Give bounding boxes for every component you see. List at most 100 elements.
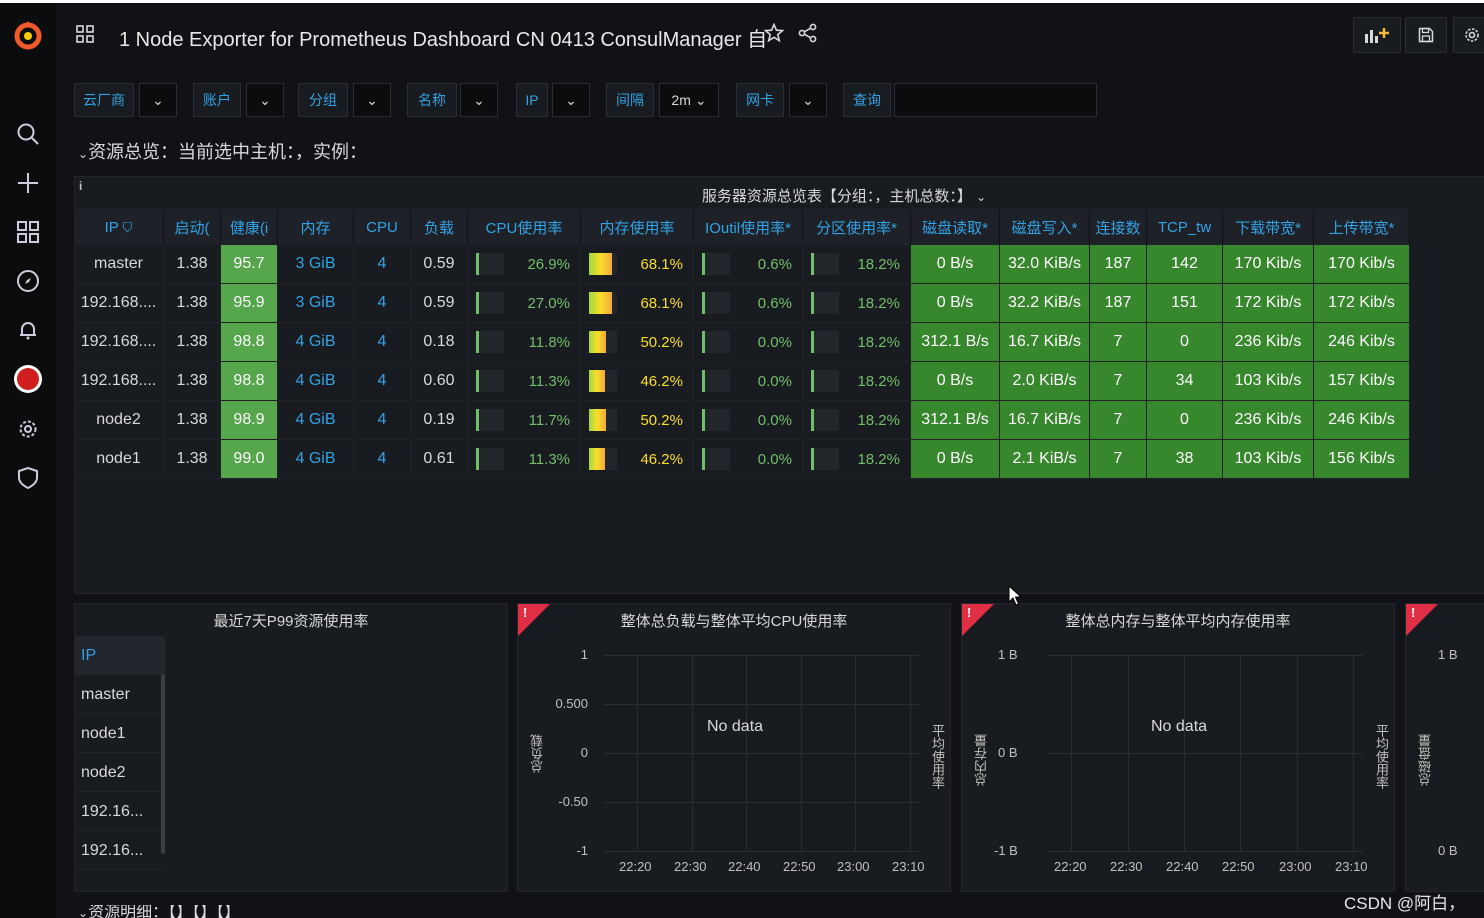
cell-connections: 187 <box>1089 245 1147 284</box>
filter-icon[interactable]: ⛉ <box>123 220 133 235</box>
search-icon[interactable] <box>8 114 48 154</box>
table-row[interactable]: 192.168.... 1.38 98.8 4 GiB 4 0.18 11.8% 50.2% 0… <box>74 322 1410 362</box>
bar-gauge: 18.2% <box>803 253 910 275</box>
user-avatar-icon[interactable] <box>8 359 48 399</box>
p99-header-ip[interactable]: IP <box>75 636 165 675</box>
gauge-cell: 11.7% <box>467 400 581 440</box>
col-header[interactable]: 磁盘读取* <box>910 209 1000 245</box>
y-axis-label: 总内存量 <box>974 734 989 786</box>
var-dropdown-account[interactable]: ⌄ <box>246 83 284 117</box>
share-icon[interactable] <box>798 23 818 48</box>
table-row[interactable]: 192.168.... 1.38 98.8 4 GiB 4 0.60 11.3% 46.2% 0… <box>74 361 1410 401</box>
col-header[interactable]: 上传带宽* <box>1313 209 1410 245</box>
chart-title[interactable]: 整体总负载与整体平均CPU使用率 <box>518 610 950 631</box>
col-header[interactable]: 磁盘写入* <box>999 209 1090 245</box>
shield-icon[interactable] <box>8 458 48 498</box>
x-tick-label: 22:50 <box>783 859 816 874</box>
gauge-value: 18.2% <box>857 255 900 273</box>
var-dropdown-nic[interactable]: ⌄ <box>789 83 827 117</box>
list-item[interactable]: node2 <box>75 753 165 792</box>
list-item[interactable]: node1 <box>75 714 165 753</box>
no-data-label: No data <box>707 718 764 735</box>
var-dropdown-cloud[interactable]: ⌄ <box>139 83 177 117</box>
col-header[interactable]: 内存使用率 <box>580 209 694 245</box>
gauge-cell: 11.3% <box>467 361 581 401</box>
bar-gauge: 18.2% <box>803 331 910 353</box>
col-header-ip[interactable]: IP ⛉ <box>74 209 164 245</box>
gauge-bar <box>702 370 730 392</box>
gauge-bar <box>589 331 617 353</box>
chart-title[interactable]: 整体总内存与整体平均内存使用率 <box>962 610 1394 631</box>
gauge-cell: 18.2% <box>802 400 911 440</box>
gauge-bar <box>589 448 617 470</box>
cell-ip[interactable]: 192.168.... <box>74 322 164 362</box>
x-tick-label: 22:40 <box>728 859 761 874</box>
grafana-logo-icon[interactable] <box>8 15 48 55</box>
col-header[interactable]: IOutil使用率* <box>693 209 803 245</box>
row-title[interactable]: ⌄资源总览：当前选中主机：，实例： <box>78 138 367 164</box>
cell-disk-read: 0 B/s <box>910 245 1000 284</box>
table-title[interactable]: 服务器资源总览表【分组：，主机总数：】 ⌄ <box>75 185 1484 206</box>
scrollbar[interactable] <box>161 674 165 854</box>
cell-disk-write: 2.0 KiB/s <box>999 361 1090 401</box>
y-tick-label: 1 <box>580 647 588 662</box>
col-header[interactable]: TCP_tw <box>1146 209 1223 245</box>
gauge-value: 27.0% <box>527 294 570 312</box>
row-title-2[interactable]: ⌄资源明细：【】【】【】 <box>78 905 240 918</box>
gauge-bar <box>476 253 504 275</box>
star-icon[interactable] <box>763 22 785 48</box>
table-row[interactable]: master 1.38 95.7 3 GiB 4 0.59 26.9% 68.1% 0.6% 18… <box>74 245 1410 284</box>
cell-ip[interactable]: node1 <box>74 439 164 479</box>
bar-gauge: 27.0% <box>468 292 580 314</box>
y-axis-label: 总磁盘量 <box>1418 734 1433 786</box>
gauge-fill <box>476 292 479 314</box>
var-dropdown-group[interactable]: ⌄ <box>353 83 391 117</box>
list-item[interactable]: 192.16... <box>75 792 165 831</box>
save-button[interactable] <box>1405 17 1447 53</box>
col-header[interactable]: 分区使用率* <box>802 209 911 245</box>
gridline <box>855 655 856 852</box>
var-dropdown-interval[interactable]: 2m ⌄ <box>659 83 719 117</box>
cell-cpu: 4 <box>353 283 411 323</box>
query-input[interactable] <box>894 83 1097 117</box>
cell-ip[interactable]: node2 <box>74 400 164 440</box>
col-header[interactable]: 健康(i <box>220 209 278 245</box>
list-item[interactable]: 192.16... <box>75 831 165 870</box>
col-header[interactable]: 负载 <box>410 209 468 245</box>
gauge-fill <box>476 331 479 353</box>
col-header[interactable]: 内存 <box>277 209 354 245</box>
var-dropdown-ip[interactable]: ⌄ <box>552 83 590 117</box>
dashboard-title[interactable]: 1 Node Exporter for Prometheus Dashboard… <box>119 23 767 52</box>
settings-button[interactable] <box>1453 17 1484 53</box>
col-header[interactable]: CPU使用率 <box>467 209 581 245</box>
bar-gauge: 0.0% <box>694 331 802 353</box>
add-panel-button[interactable] <box>1353 17 1401 53</box>
cell-ip[interactable]: 192.168.... <box>74 283 164 323</box>
bell-icon[interactable] <box>8 310 48 350</box>
bar-gauge: 18.2% <box>803 292 910 314</box>
cell-ip[interactable]: 192.168.... <box>74 361 164 401</box>
y-tick-label: -1 B <box>994 843 1018 858</box>
cell-health: 98.8 <box>220 361 278 401</box>
list-item[interactable]: master <box>75 675 165 714</box>
dashboards-icon[interactable] <box>8 212 48 252</box>
p99-title[interactable]: 最近7天P99资源使用率 <box>75 610 507 631</box>
cell-ip[interactable]: master <box>74 245 164 284</box>
gridline <box>1184 655 1185 852</box>
plus-icon[interactable] <box>8 163 48 203</box>
compass-icon[interactable] <box>8 261 48 301</box>
col-header[interactable]: 启动( <box>163 209 221 245</box>
gear-icon[interactable] <box>8 409 48 449</box>
col-header[interactable]: CPU <box>353 209 411 245</box>
y-tick-label: 0 <box>580 745 588 760</box>
cell-connections: 7 <box>1089 361 1147 401</box>
bar-gauge: 11.3% <box>468 370 580 392</box>
cell-connections: 7 <box>1089 322 1147 362</box>
col-header[interactable]: 连接数 <box>1089 209 1147 245</box>
gauge-value: 18.2% <box>857 411 900 429</box>
table-row[interactable]: node1 1.38 99.0 4 GiB 4 0.61 11.3% 46.2% 0.0% 18.… <box>74 439 1410 479</box>
table-row[interactable]: node2 1.38 98.9 4 GiB 4 0.19 11.7% 50.2% 0.0% 18.… <box>74 400 1410 440</box>
table-row[interactable]: 192.168.... 1.38 95.9 3 GiB 4 0.59 27.0% 68.1% 0… <box>74 283 1410 323</box>
var-dropdown-name[interactable]: ⌄ <box>460 83 498 117</box>
col-header[interactable]: 下载带宽* <box>1222 209 1314 245</box>
